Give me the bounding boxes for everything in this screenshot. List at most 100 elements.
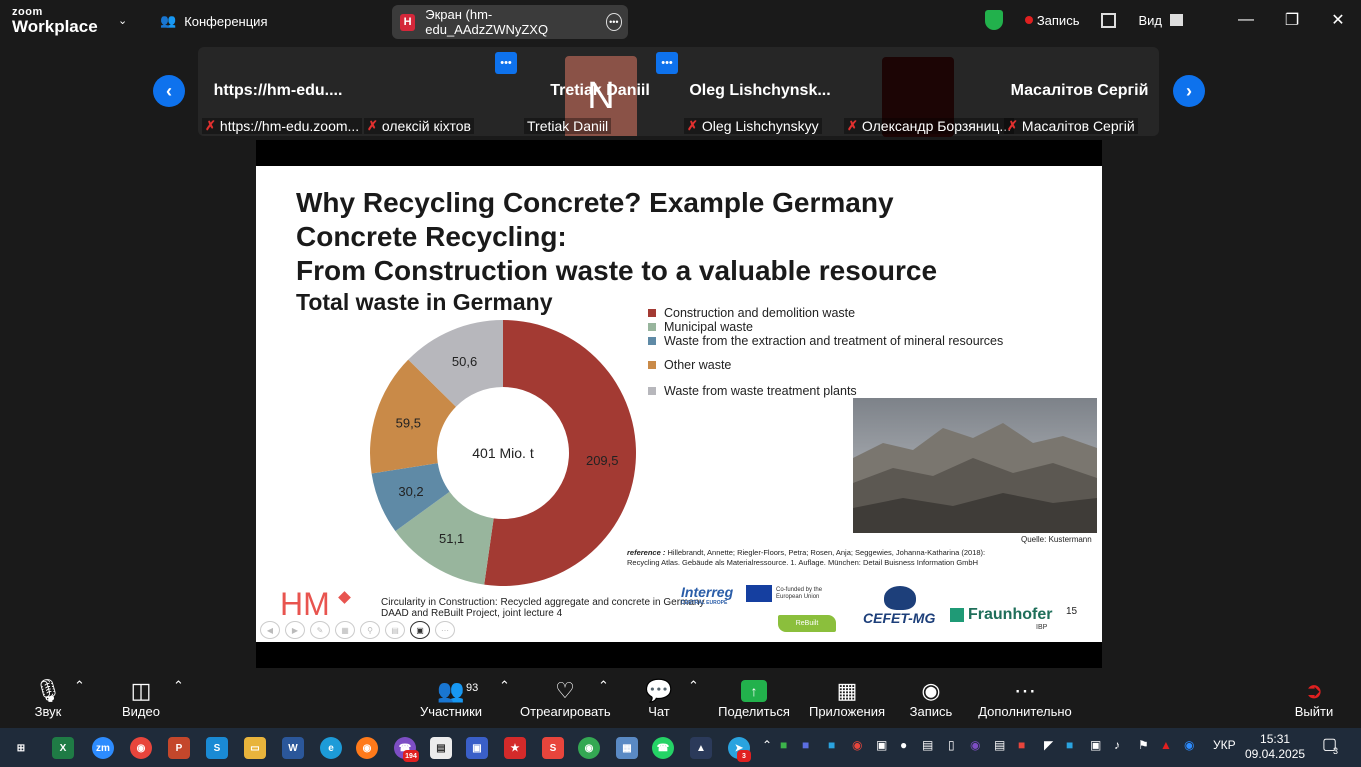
app-red-icon[interactable]: ★ (504, 737, 526, 759)
more-options-icon[interactable]: ••• (605, 13, 622, 31)
participant-name-large: Oleg Lishchynsk... (689, 82, 831, 99)
chat-button[interactable]: 💬 Чат (642, 678, 676, 719)
participant-tile[interactable]: Масалітов Сергій ✗ Масалітов Сергій (1000, 47, 1159, 136)
more-options-icon[interactable]: ••• (495, 52, 517, 74)
record-button[interactable]: ◉ Запись (906, 678, 956, 719)
next-page-arrow-icon[interactable]: › (1173, 75, 1205, 107)
app-window-icon[interactable]: ▲ (690, 737, 712, 759)
participant-name-large: Масалітов Сергій (1010, 82, 1149, 99)
slice-value-label: 59,5 (396, 416, 421, 431)
video-button[interactable]: ◫ Видео (118, 678, 164, 719)
video-label: Видео (122, 704, 160, 719)
share-label: Поделиться (718, 704, 790, 719)
previous-slide-icon[interactable]: ◀ (260, 621, 280, 639)
speaker-muted-icon[interactable]: ▲ (1160, 738, 1172, 752)
chrome-profile-icon[interactable]: ◉ (578, 737, 600, 759)
recording-label[interactable]: Запись (1037, 13, 1080, 28)
word-icon[interactable]: W (282, 737, 304, 759)
app-s2-icon[interactable]: S (542, 737, 564, 759)
tray-zoom-icon[interactable]: ◉ (1184, 738, 1194, 752)
volume-icon[interactable]: ♪ (1114, 738, 1120, 752)
share-screen-button[interactable]: ↑ Поделиться (718, 678, 790, 719)
tray-clipboard-icon[interactable]: ▤ (994, 738, 1005, 752)
close-button[interactable]: ✕ (1315, 10, 1361, 30)
archive-icon[interactable]: ▦ (616, 737, 638, 759)
tray-screenshot-icon[interactable]: ▣ (876, 738, 887, 752)
tray-chrome-icon[interactable]: ◉ (852, 738, 862, 752)
eu-cofunded-text: Co-funded by the European Union (776, 587, 823, 600)
camera-icon[interactable]: ▣ (410, 621, 430, 639)
file-explorer-icon[interactable]: ▭ (244, 737, 266, 759)
shared-screen-tab[interactable]: H Экран (hm-edu_AAdzZWNyZXQ ••• (392, 5, 628, 39)
conference-button[interactable]: 👥 Конференция (160, 13, 267, 29)
powerpoint-icon[interactable]: P (168, 737, 190, 759)
chat-options-caret-icon[interactable]: ⌃ (688, 678, 699, 694)
tray-app2-icon[interactable]: ■ (1066, 738, 1073, 752)
reference-text: reference : Hillebrandt, Annette; Riegle… (627, 548, 987, 568)
security-shield-icon[interactable] (984, 10, 1003, 30)
participant-tile[interactable]: https://hm-edu.... ✗ https://hm-edu.zoom.… (198, 47, 363, 136)
participant-tile[interactable]: ✗ Олександр Борзяниц... (840, 47, 1015, 136)
conference-label: Конференция (184, 13, 268, 29)
pen-icon[interactable]: ✎ (310, 621, 330, 639)
slides-grid-icon[interactable]: ▦ (335, 621, 355, 639)
tray-usb-icon[interactable]: ▯ (948, 738, 955, 752)
tray-device-icon[interactable]: ▣ (1090, 738, 1101, 752)
zoom-icon[interactable]: ⚲ (360, 621, 380, 639)
wifi-icon[interactable]: ◤ (1044, 738, 1053, 752)
video-options-caret-icon[interactable]: ⌃ (173, 678, 184, 694)
audio-button[interactable]: 🎙 Звук (28, 678, 68, 719)
chevron-down-icon[interactable]: ⌄ (118, 14, 127, 27)
react-options-caret-icon[interactable]: ⌃ (598, 678, 609, 694)
previous-page-arrow-icon[interactable]: ‹ (153, 75, 185, 107)
tray-shield-icon[interactable]: ■ (780, 738, 787, 752)
excel-icon[interactable]: X (52, 737, 74, 759)
participant-name-large: Tretiak Daniil (550, 82, 650, 99)
tray-teams-icon[interactable]: ■ (802, 738, 809, 752)
windows-taskbar: ⊞ X zm ◉ P S ▭ W e ◉ ☎ 194 ▤ ▣ ★ S ◉ ▦ ☎… (0, 728, 1361, 767)
apps-label: Приложения (808, 704, 886, 719)
participant-caption: Tretiak Daniil (524, 118, 612, 134)
firefox-icon[interactable]: ◉ (356, 737, 378, 759)
more-options-icon[interactable]: ••• (656, 52, 678, 74)
next-slide-icon[interactable]: ▶ (285, 621, 305, 639)
subtitles-icon[interactable]: ▤ (385, 621, 405, 639)
leave-button[interactable]: ➲ Выйти (1292, 678, 1336, 719)
windows-start-icon[interactable]: ⊞ (10, 737, 32, 759)
slide-title-line: Why Recycling Concrete? Example Germany (296, 187, 894, 218)
photo-source: Quelle: Kustermann (1021, 535, 1092, 544)
apps-icon: ▦ (836, 678, 858, 703)
ibp-label: IBP (1036, 624, 1048, 631)
reference-body: Hillebrandt, Annette; Riegler-Floors, Pe… (627, 548, 986, 567)
tray-display-icon[interactable]: ▤ (922, 738, 933, 752)
save-disk-icon[interactable]: ▣ (466, 737, 488, 759)
view-label[interactable]: Вид (1138, 13, 1162, 28)
chrome-icon[interactable]: ◉ (130, 737, 152, 759)
audio-options-caret-icon[interactable]: ⌃ (74, 678, 85, 694)
tray-viber-icon[interactable]: ◉ (970, 738, 980, 752)
zoom-logo[interactable]: zoom Workplace (12, 7, 98, 36)
notepad-icon[interactable]: ▤ (430, 737, 452, 759)
gallery-grid-icon[interactable] (1101, 12, 1117, 28)
tray-mic-icon[interactable]: ● (900, 738, 907, 752)
tray-overflow-icon[interactable]: ⌃ (762, 738, 772, 752)
view-icon[interactable] (1170, 14, 1183, 26)
participants-options-caret-icon[interactable]: ⌃ (499, 678, 510, 694)
slice-value-label: 50,6 (452, 354, 477, 369)
more-button[interactable]: ⋯ Дополнительно (978, 678, 1072, 719)
apps-button[interactable]: ▦ Приложения (808, 678, 886, 719)
tray-s-icon[interactable]: ■ (1018, 738, 1025, 752)
tray-app-icon[interactable]: ■ (828, 738, 835, 752)
edge-icon[interactable]: e (320, 737, 342, 759)
tray-flag-icon[interactable]: ⚑ (1138, 738, 1149, 752)
react-button[interactable]: ♡ Отреагировать (520, 678, 611, 719)
more-options-icon[interactable]: ⋯ (435, 621, 455, 639)
taskbar-clock[interactable]: 15:31 09.04.2025 (1245, 732, 1305, 762)
language-indicator[interactable]: УКР (1213, 738, 1236, 752)
zoom-app-icon[interactable]: zm (92, 737, 114, 759)
whatsapp-icon[interactable]: ☎ (652, 737, 674, 759)
participant-tile[interactable]: Oleg Lishchynsk... ✗ Oleg Lishchynskyy (680, 47, 840, 136)
restore-button[interactable]: ❐ (1269, 10, 1315, 30)
minimize-button[interactable]: — (1223, 11, 1269, 29)
app-s-icon[interactable]: S (206, 737, 228, 759)
